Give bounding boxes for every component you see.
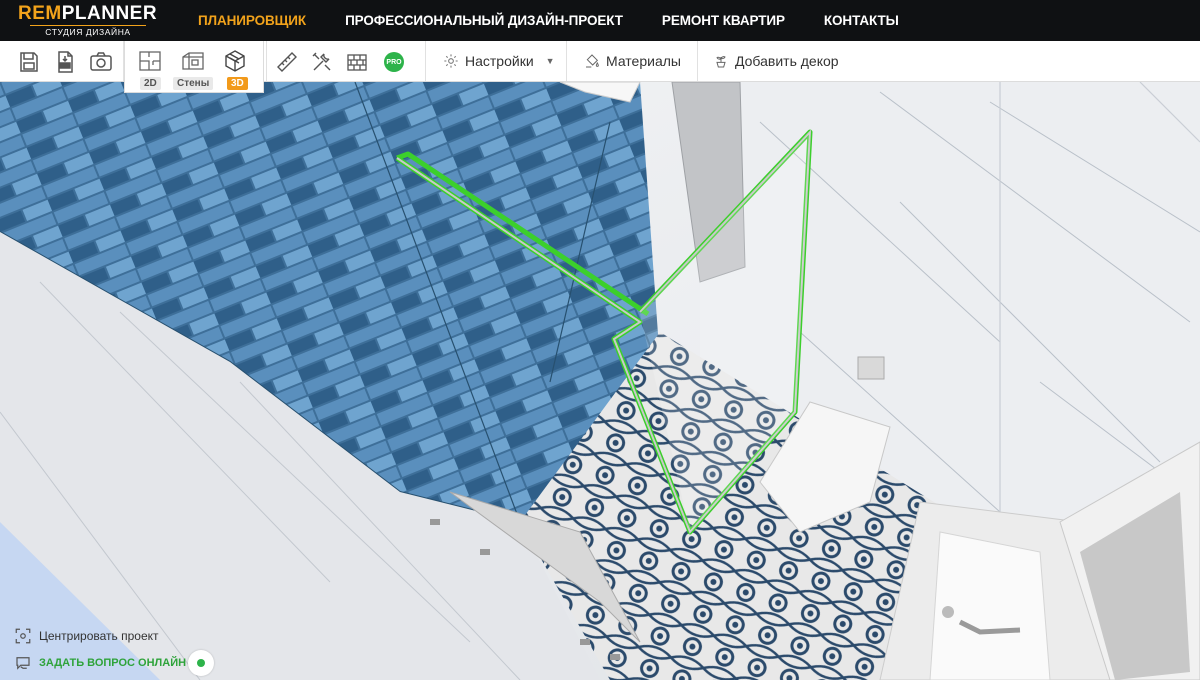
toolbar-divider: [425, 41, 426, 81]
3d-viewport[interactable]: [0, 82, 1200, 680]
ruler-icon[interactable]: [274, 49, 300, 75]
bathroom-3d-scene[interactable]: [0, 82, 1200, 680]
tools-icon[interactable]: [309, 49, 335, 75]
view-mode-switcher: 2D Стены 3D: [124, 41, 264, 93]
gear-icon: [444, 54, 458, 68]
brick-wall-icon[interactable]: [344, 49, 370, 75]
nav-contacts[interactable]: КОНТАКТЫ: [824, 13, 899, 28]
toolbar-divider: [266, 41, 267, 81]
nav-design-project[interactable]: ПРОФЕССИОНАЛЬНЫЙ ДИЗАЙН-ПРОЕКТ: [345, 13, 623, 28]
logo-tagline: СТУДИЯ ДИЗАЙНА: [30, 25, 146, 38]
remplanner-logo[interactable]: REMPLANNER СТУДИЯ ДИЗАЙНА: [18, 4, 158, 38]
plant-icon: [716, 56, 726, 68]
toolbar-divider: [566, 41, 567, 81]
paint-bucket-icon: [586, 54, 599, 68]
add-decor-label: Добавить декор: [735, 53, 839, 69]
cube-3d-icon[interactable]: [222, 48, 248, 74]
nav-renovation[interactable]: РЕМОНТ КВАРТИР: [662, 13, 785, 28]
view-walls-tab[interactable]: Стены: [173, 77, 214, 90]
nav-planner[interactable]: ПЛАНИРОВЩИК: [198, 13, 306, 28]
target-icon: [15, 628, 31, 644]
chat-bubble-icon: [16, 657, 30, 670]
settings-dropdown[interactable]: Настройки ▼: [443, 41, 555, 81]
add-decor-button[interactable]: Добавить декор: [713, 41, 839, 81]
ask-question-label: ЗАДАТЬ ВОПРОС ОНЛАЙН: [39, 657, 187, 669]
view-2d-tab[interactable]: 2D: [140, 77, 161, 90]
save-icon[interactable]: [16, 49, 42, 75]
online-status-indicator: [188, 650, 215, 676]
walls-icon[interactable]: [180, 48, 206, 74]
materials-label: Материалы: [606, 53, 681, 69]
camera-icon[interactable]: [88, 49, 114, 75]
chevron-down-icon: ▼: [545, 56, 555, 66]
center-project-button[interactable]: Центрировать проект: [14, 627, 159, 645]
view-3d-tab[interactable]: 3D: [227, 77, 248, 90]
settings-label: Настройки: [465, 53, 534, 69]
toolbar-divider: [697, 41, 698, 81]
main-menu: ПЛАНИРОВЩИК ПРОФЕССИОНАЛЬНЫЙ ДИЗАЙН-ПРОЕ…: [198, 0, 938, 41]
top-navigation-bar: REMPLANNER СТУДИЯ ДИЗАЙНА ПЛАНИРОВЩИК ПР…: [0, 0, 1200, 41]
export-gltf-icon[interactable]: [52, 49, 78, 75]
pro-badge-icon[interactable]: PRO: [381, 49, 407, 75]
materials-button[interactable]: Материалы: [584, 41, 681, 81]
logo-wordmark: REMPLANNER: [18, 3, 158, 24]
ask-question-online-button[interactable]: ЗАДАТЬ ВОПРОС ОНЛАЙН: [14, 650, 215, 676]
floorplan-icon[interactable]: [137, 48, 163, 74]
center-project-label: Центрировать проект: [39, 629, 159, 643]
